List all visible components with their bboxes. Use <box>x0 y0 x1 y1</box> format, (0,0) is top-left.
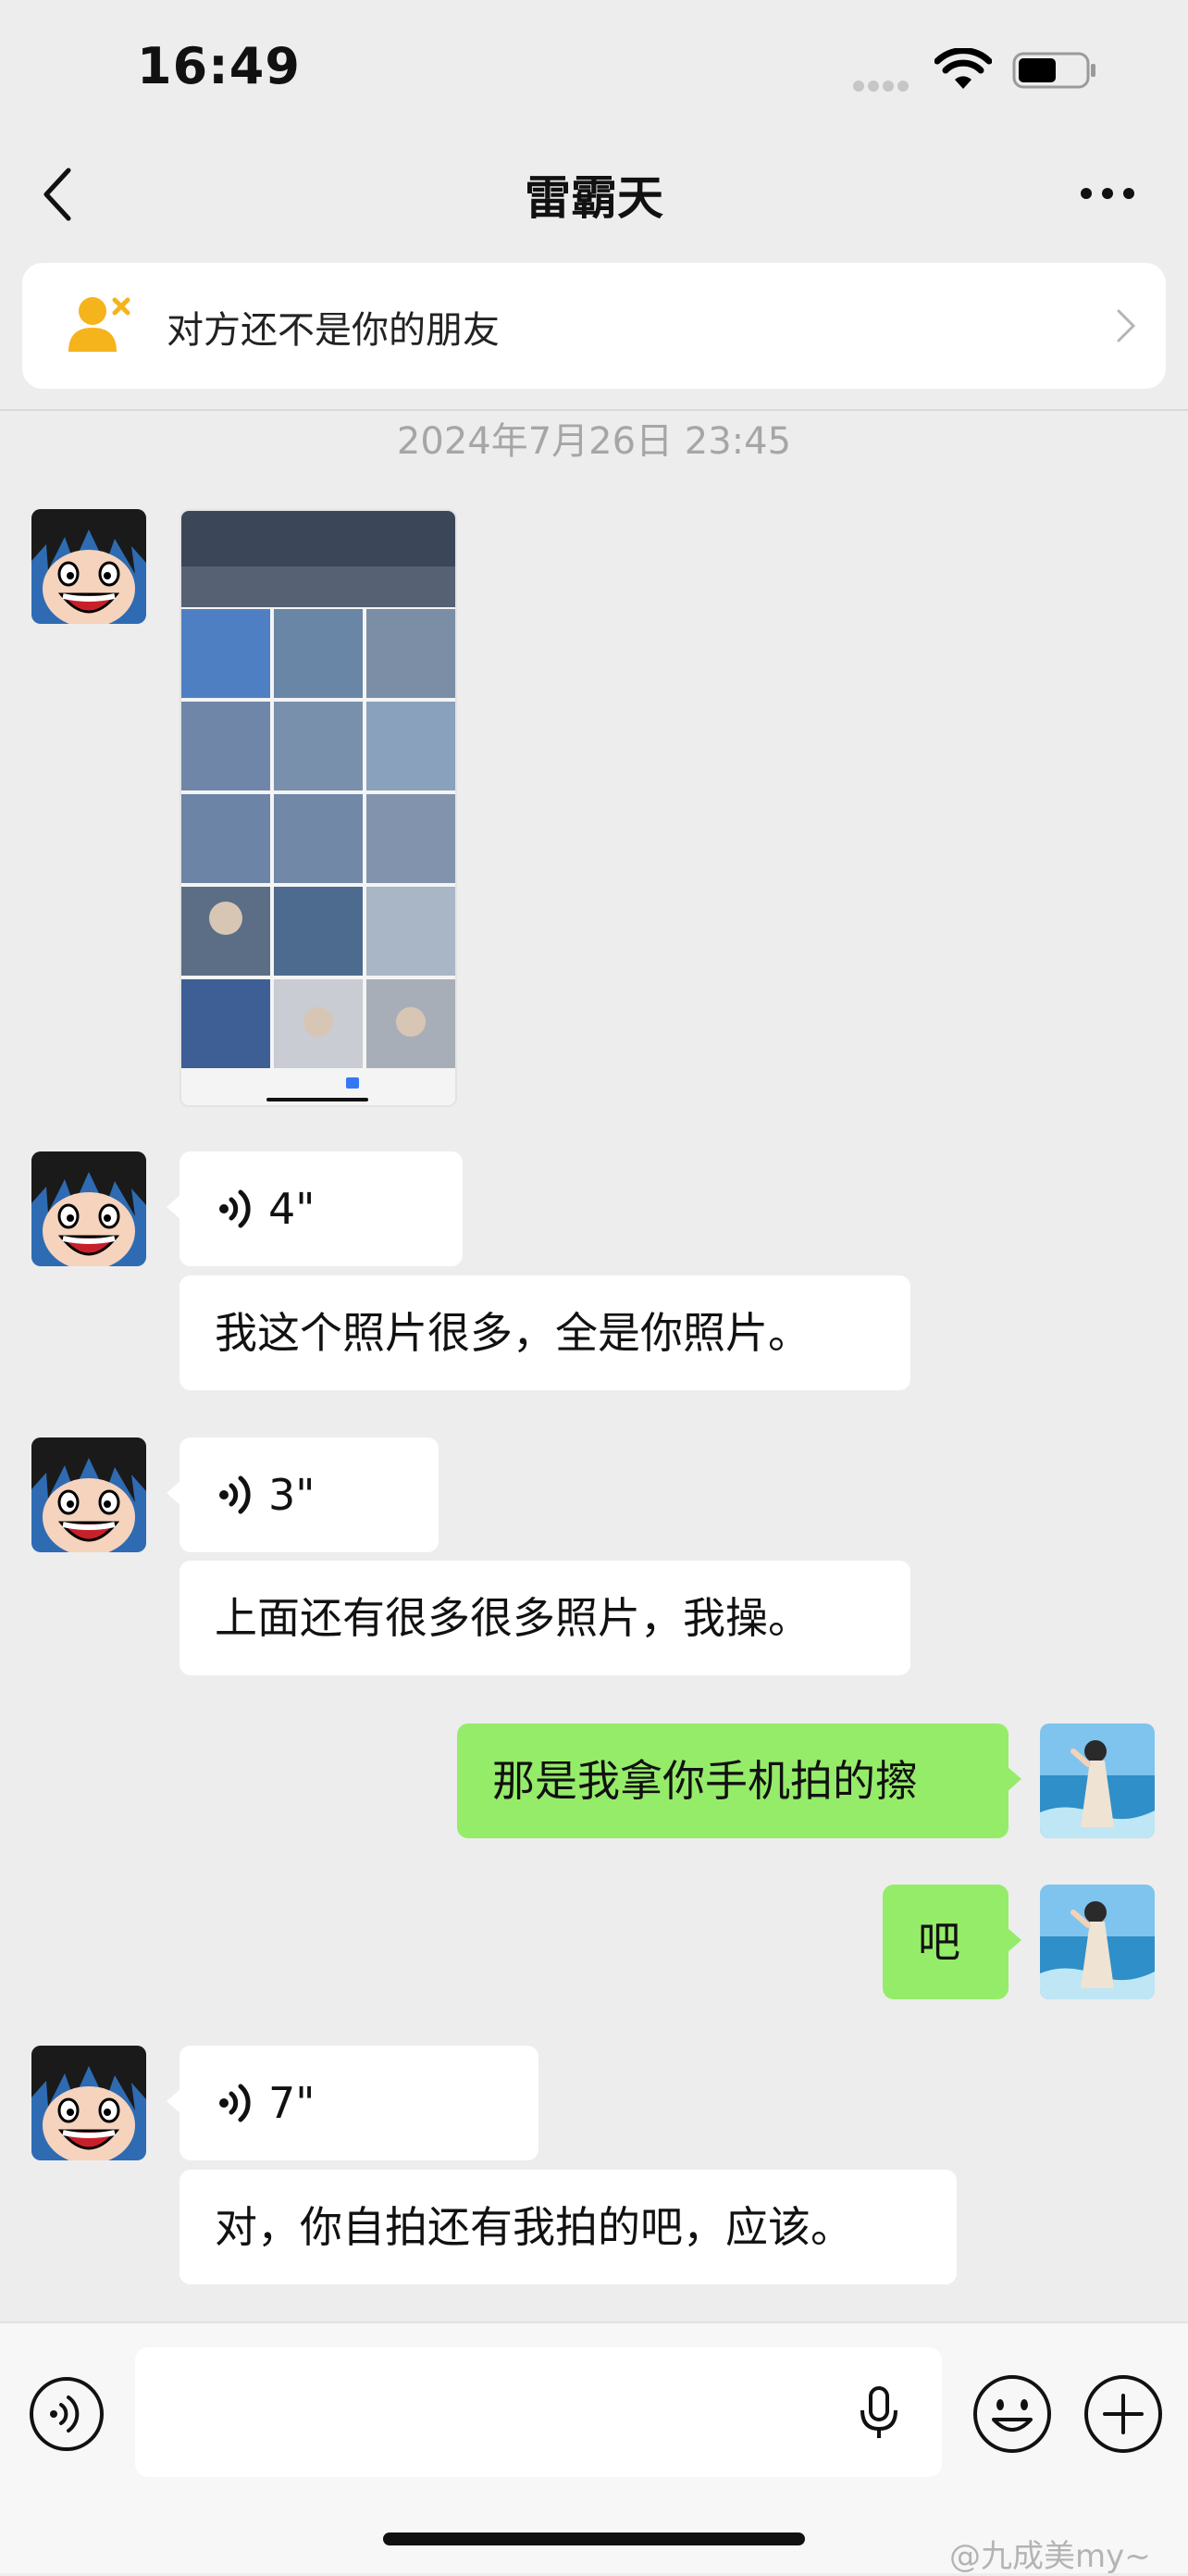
signal-icon <box>853 78 914 92</box>
my-avatar[interactable] <box>1040 1724 1155 1838</box>
message-text: 上面还有很多很多照片，我操。 <box>215 1593 811 1643</box>
watermark: @九成美my~ <box>949 2538 1151 2575</box>
contact-avatar[interactable] <box>31 2046 146 2160</box>
microphone-icon[interactable] <box>859 2386 899 2440</box>
status-bar: 16:49 <box>0 0 1188 139</box>
contact-avatar[interactable] <box>31 509 146 624</box>
status-time: 16:49 <box>137 37 301 95</box>
image-message[interactable] <box>179 509 457 1107</box>
plus-icon[interactable] <box>1083 2373 1164 2455</box>
voice-duration: 7" <box>268 2078 316 2128</box>
message-text: 那是我拿你手机拍的擦 <box>492 1756 918 1806</box>
photo-album-screenshot <box>181 511 455 1105</box>
contact-avatar[interactable] <box>31 1151 146 1266</box>
user-not-friend-icon <box>68 297 130 352</box>
voice-message[interactable]: 3" <box>167 1437 439 1552</box>
chat-title: 雷霸天 <box>525 171 663 225</box>
message-text: 我这个照片很多，全是你照片。 <box>215 1308 811 1358</box>
voice-message[interactable]: 7" <box>167 2046 538 2160</box>
text-message[interactable]: 上面还有很多很多照片，我操。 <box>179 1561 910 1675</box>
message-text: 吧 <box>918 1917 960 1967</box>
text-message-outgoing[interactable]: 那是我拿你手机拍的擦 <box>457 1724 1021 1838</box>
voice-icon <box>217 1475 255 1515</box>
home-indicator[interactable] <box>383 2532 805 2545</box>
input-bar: @九成美my~ <box>0 2321 1188 2575</box>
voice-icon <box>217 2083 255 2123</box>
voice-icon <box>217 1188 255 1229</box>
my-avatar[interactable] <box>1040 1885 1155 1999</box>
voice-duration: 4" <box>268 1184 316 1234</box>
not-friend-banner[interactable]: 对方还不是你的朋友 <box>22 263 1166 389</box>
battery-icon <box>1012 52 1095 89</box>
wifi-icon <box>934 48 992 89</box>
text-message[interactable]: 我这个照片很多，全是你照片。 <box>179 1276 910 1390</box>
chevron-right-icon <box>1117 309 1136 342</box>
banner-text: 对方还不是你的朋友 <box>167 309 500 352</box>
voice-message[interactable]: 4" <box>167 1151 463 1266</box>
text-message-outgoing[interactable]: 吧 <box>883 1885 1021 1999</box>
text-message[interactable]: 对，你自拍还有我拍的吧，应该。 <box>179 2170 957 2284</box>
message-text: 对，你自拍还有我拍的吧，应该。 <box>215 2202 853 2252</box>
voice-duration: 3" <box>268 1470 316 1520</box>
nav-bar: 雷霸天 <box>0 139 1188 250</box>
more-icon[interactable] <box>1079 180 1136 207</box>
voice-input-icon[interactable] <box>28 2375 105 2453</box>
message-input[interactable] <box>135 2347 942 2477</box>
contact-avatar[interactable] <box>31 1437 146 1552</box>
emoji-icon[interactable] <box>971 2373 1053 2455</box>
message-timestamp: 2024年7月26日 23:45 <box>396 420 792 463</box>
